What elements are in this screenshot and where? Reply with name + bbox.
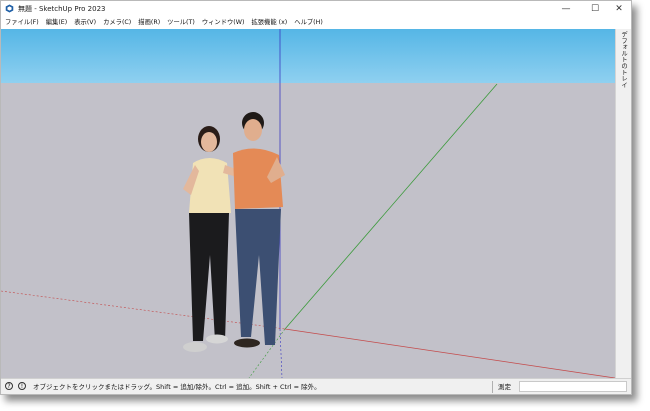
info-icon[interactable]: ! (18, 382, 26, 390)
axis-red (284, 328, 615, 378)
close-icon: ✕ (615, 4, 623, 14)
drawing-axes (1, 29, 615, 378)
axis-green (284, 83, 498, 330)
3d-viewport[interactable] (1, 29, 615, 378)
default-tray-collapsed[interactable]: デフォルトのトレイ (615, 29, 631, 378)
minimize-button[interactable]: — (555, 1, 577, 17)
help-icon[interactable]: ? (5, 382, 13, 390)
status-message: オブジェクトをクリックまたはドラッグ。Shift = 追加/除外。Ctrl = … (33, 383, 321, 391)
measurements-label: 測定 (498, 383, 511, 391)
maximize-button[interactable]: ☐ (584, 1, 606, 17)
person-cutout-image[interactable] (171, 105, 301, 355)
sketchup-window: 無題 - SketchUp Pro 2023 — ☐ ✕ ファイル(F) 編集(… (0, 0, 632, 395)
menu-tools[interactable]: ツール(T) (167, 17, 195, 29)
menu-extensions[interactable]: 拡張機能 (x) (251, 17, 287, 29)
sketchup-logo-icon (5, 4, 14, 13)
menu-bar: ファイル(F) 編集(E) 表示(V) カメラ(C) 描画(R) ツール(T) … (1, 17, 631, 29)
menu-edit[interactable]: 編集(E) (46, 17, 68, 29)
tray-label: デフォルトのトレイ (620, 31, 627, 88)
menu-file[interactable]: ファイル(F) (5, 17, 39, 29)
window-title: 無題 - SketchUp Pro 2023 (18, 5, 106, 13)
title-bar: 無題 - SketchUp Pro 2023 — ☐ ✕ (1, 1, 631, 17)
menu-help[interactable]: ヘルプ(H) (294, 17, 323, 29)
status-divider (492, 381, 493, 393)
minimize-icon: — (561, 4, 571, 14)
menu-draw[interactable]: 描画(R) (138, 17, 160, 29)
close-button[interactable]: ✕ (608, 1, 630, 17)
menu-window[interactable]: ウィンドウ(W) (202, 17, 245, 29)
person-right (233, 112, 285, 348)
maximize-icon: ☐ (590, 4, 600, 14)
measurements-input[interactable] (519, 381, 627, 392)
status-bar: ? ! オブジェクトをクリックまたはドラッグ。Shift = 追加/除外。Ctr… (1, 378, 631, 394)
person-left (183, 126, 241, 352)
menu-camera[interactable]: カメラ(C) (103, 17, 131, 29)
menu-view[interactable]: 表示(V) (74, 17, 96, 29)
